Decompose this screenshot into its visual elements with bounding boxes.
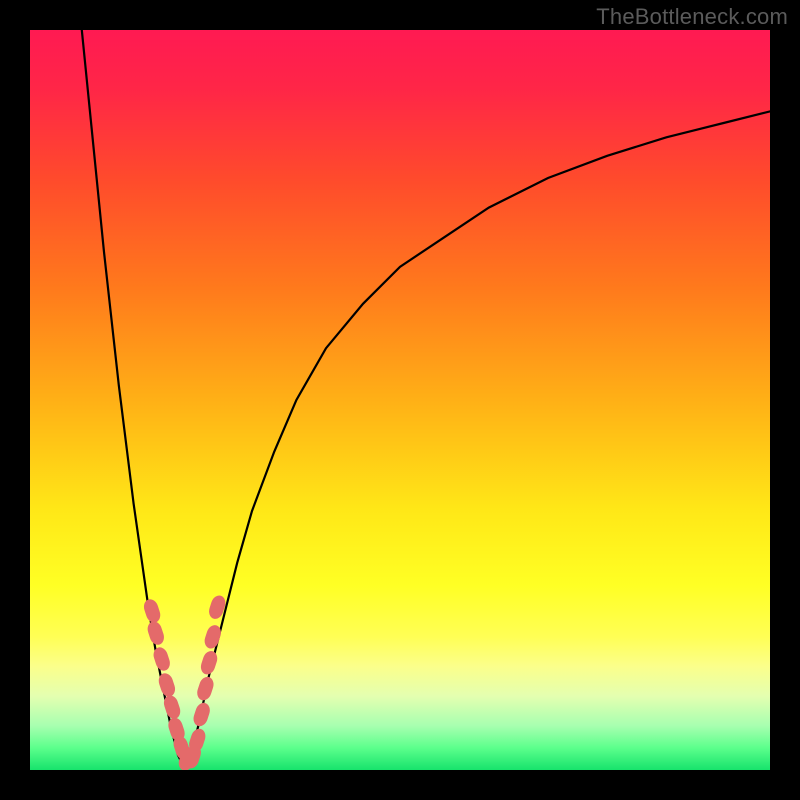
curve-left-branch (82, 30, 186, 770)
data-point-marker (195, 675, 216, 702)
data-point-marker (142, 597, 163, 624)
data-point-marker (145, 620, 166, 647)
data-point-marker (199, 649, 220, 676)
data-point-marker (191, 701, 212, 728)
watermark-text: TheBottleneck.com (596, 4, 788, 30)
curve-right-branch (185, 111, 770, 770)
plot-area (30, 30, 770, 770)
curves-layer (30, 30, 770, 770)
outer-frame: TheBottleneck.com (0, 0, 800, 800)
marker-cluster (142, 594, 228, 770)
